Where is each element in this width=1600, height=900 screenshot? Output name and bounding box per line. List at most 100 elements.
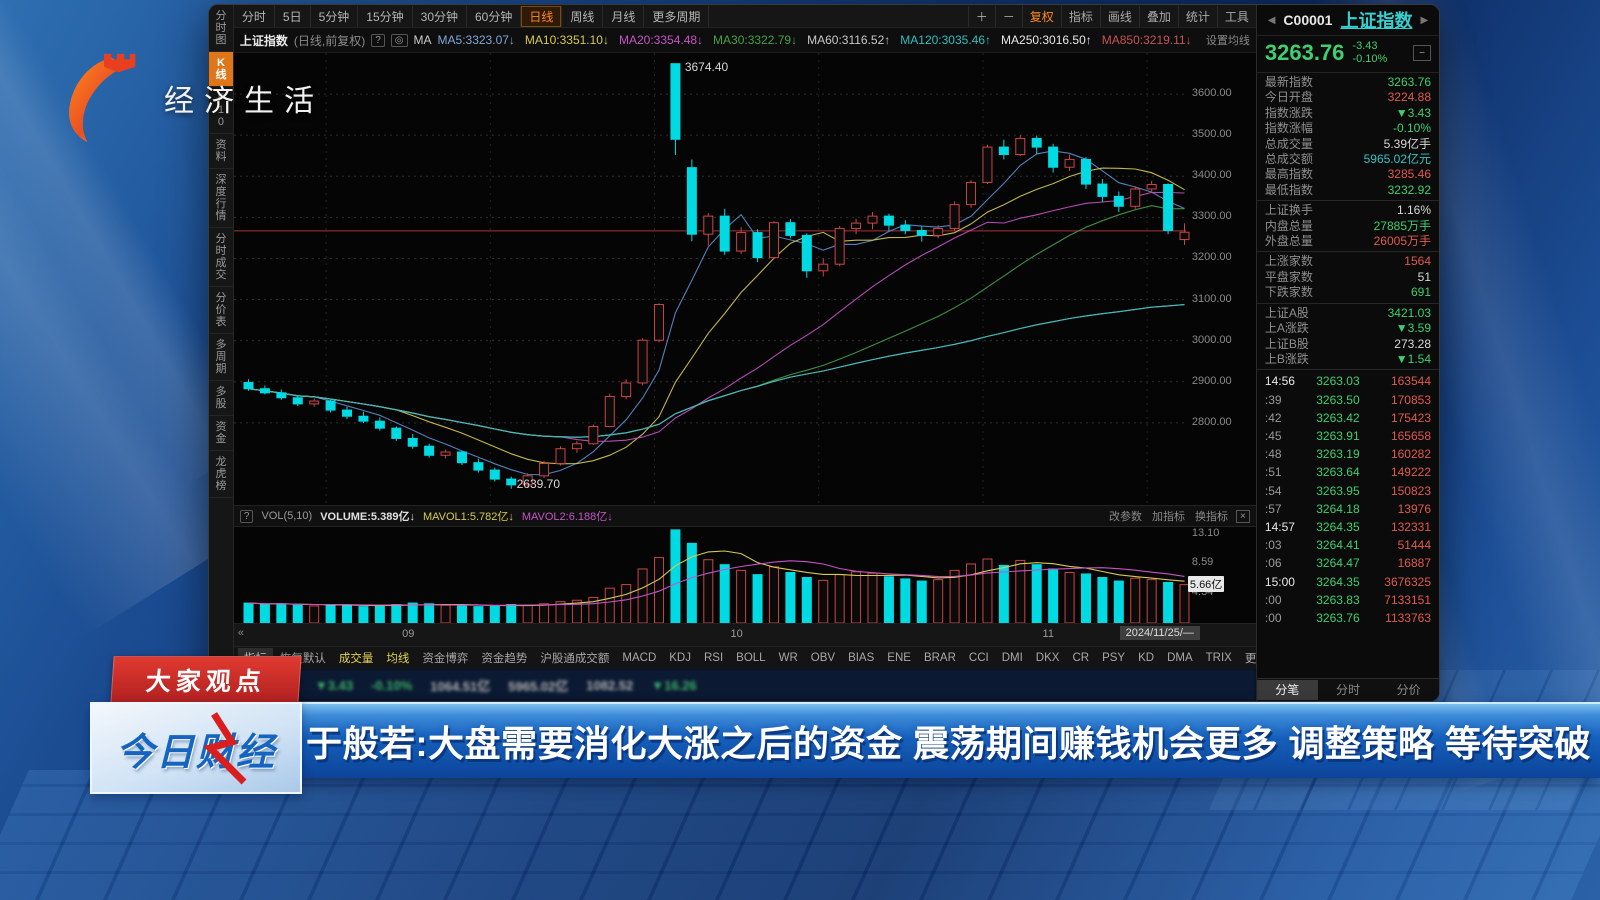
ma-legend-item: MA30:3322.79↓ [713,33,797,47]
indicator-tab-TRIX[interactable]: TRIX [1200,650,1238,666]
quote-tab-分时[interactable]: 分时 [1318,680,1379,700]
tool-button-6[interactable]: 统计 [1178,6,1217,27]
indicator-tab-资金博弈[interactable]: 资金博弈 [416,648,474,668]
period-tab-30分钟[interactable]: 30分钟 [413,6,467,27]
sidebar-item-分价表[interactable]: 分价表 [209,287,233,334]
tool-button-7[interactable]: 工具 [1217,6,1256,27]
indicator-tab-DKX[interactable]: DKX [1030,650,1066,666]
x-axis-month-11: 11 [1043,628,1054,640]
vol-link-换指标[interactable]: 换指标 [1195,508,1228,524]
ma-settings-button[interactable]: 设置均线 [1206,32,1250,48]
period-tab-月线[interactable]: 月线 [603,6,644,27]
indicator-tab-BOLL[interactable]: BOLL [730,650,771,666]
tick-price: 3263.42 [1305,409,1371,427]
indicator-tab-OBV[interactable]: OBV [805,650,841,666]
time-and-sales-list[interactable]: 14:563263.03163544:393263.50170853:42326… [1257,369,1439,678]
prev-instrument-icon[interactable]: ◀ [1268,15,1276,26]
tool-button-0[interactable]: ＋ [968,6,995,27]
sidebar-item-深度行情[interactable]: 深度行情 [209,169,233,228]
indicator-tab-DMI[interactable]: DMI [996,650,1029,666]
volume-chart[interactable]: 13.108.594.345.66亿 [234,527,1256,623]
tool-button-1[interactable]: － [995,6,1022,27]
sidebar-item-多股[interactable]: 多股 [209,381,233,416]
instrument-title[interactable]: 上证指数 [1340,7,1412,33]
minimize-icon[interactable]: − [1413,45,1431,61]
indicator-tab-CCI[interactable]: CCI [963,650,995,666]
indicator-tab-资金趋势[interactable]: 资金趋势 [475,648,533,668]
field-row-外盘总量: 外盘总量26005万手 [1257,234,1439,249]
vol-link-加指标[interactable]: 加指标 [1152,508,1185,524]
vol-indicator-name: VOL(5,10) [261,510,312,522]
field-row-最低指数: 最低指数3232.92 [1257,183,1439,198]
indicator-tab-MACD[interactable]: MACD [616,650,662,666]
period-tab-15分钟[interactable]: 15分钟 [358,6,412,27]
field-row-总成交额: 总成交额5965.02亿元 [1257,152,1439,167]
ma-legend-item: MA20:3354.48↓ [619,33,703,47]
high-annotation: 3674.40 [685,60,728,74]
indicator-tab-成交量[interactable]: 成交量 [333,648,380,668]
period-tab-60分钟[interactable]: 60分钟 [467,6,521,27]
field-label: 总成交量 [1265,137,1313,152]
indicator-tab-沪股通成交额[interactable]: 沪股通成交额 [534,648,615,668]
ma-legend-item: MA850:3219.11↓ [1102,33,1192,47]
close-icon[interactable]: × [1236,510,1250,523]
period-toolbar: 分时5日5分钟15分钟30分钟60分钟日线周线月线更多周期 ＋－复权指标画线叠加… [234,5,1256,28]
sidebar-item-资金[interactable]: 资金 [209,416,233,451]
field-row-下跌家数: 下跌家数691 [1257,285,1439,300]
field-label: 上证换手 [1265,203,1313,218]
indicator-tab-PSY[interactable]: PSY [1096,650,1131,666]
period-tab-更多周期[interactable]: 更多周期 [644,6,709,27]
tool-button-4[interactable]: 画线 [1100,6,1139,27]
indicator-tab-WR[interactable]: WR [773,650,804,666]
vol-link-改参数[interactable]: 改参数 [1109,508,1142,524]
field-label: 上涨家数 [1265,254,1313,269]
tool-button-5[interactable]: 叠加 [1139,6,1178,27]
period-tab-5日[interactable]: 5日 [275,6,311,27]
indicator-tab-RSI[interactable]: RSI [698,650,729,666]
help-icon[interactable]: ? [371,34,385,47]
field-value: 3224.88 [1388,90,1431,105]
help-icon[interactable]: ? [240,510,254,523]
period-tab-分时[interactable]: 分时 [234,6,275,27]
indicator-tab-均线[interactable]: 均线 [380,648,415,668]
quote-tab-分笔[interactable]: 分笔 [1257,680,1318,700]
period-tab-5分钟[interactable]: 5分钟 [311,6,359,27]
tool-button-3[interactable]: 指标 [1061,6,1100,27]
candlestick-chart[interactable]: 2800.002900.003000.003100.003200.003300.… [234,53,1256,505]
tick-row: 14:563263.03163544 [1257,372,1439,390]
strip-value: 5965.02亿 [508,676,568,695]
y-axis-label: 2800.00 [1192,416,1232,428]
field-label: 平盘家数 [1265,270,1313,285]
indicator-tab-ENE[interactable]: ENE [881,650,917,666]
quote-tab-分价[interactable]: 分价 [1378,680,1439,700]
indicator-tab-BRAR[interactable]: BRAR [918,650,962,666]
sidebar-item-龙虎榜[interactable]: 龙虎榜 [209,451,233,498]
tick-time: :48 [1265,445,1305,463]
next-instrument-icon[interactable]: ▶ [1420,15,1428,26]
strip-value: ▼3.43 [315,678,353,693]
period-tab-日线[interactable]: 日线 [521,6,562,27]
field-value: 5.39亿手 [1384,137,1431,152]
volume-header: ? VOL(5,10) VOLUME:5.389亿↓ MAVOL1:5.782亿… [234,505,1256,527]
indicator-tab-KD[interactable]: KD [1132,650,1160,666]
tick-price: 3263.19 [1305,445,1371,463]
sidebar-item-分时成交[interactable]: 分时成交 [209,228,233,287]
sidebar-item-分时图[interactable]: 分时图 [209,5,233,52]
indicator-tab-CR[interactable]: CR [1066,650,1095,666]
scroll-left-icon[interactable]: « [238,627,244,639]
quote-panel: ◀ C00001 上证指数 ▶ 3263.76 -3.43-0.10% − 最新… [1256,5,1439,701]
sidebar-item-多周期[interactable]: 多周期 [209,334,233,381]
period-tab-周线[interactable]: 周线 [562,6,603,27]
indicator-tab-KDJ[interactable]: KDJ [663,650,697,666]
tick-volume: 7133151 [1371,591,1431,609]
indicator-tab-DMA[interactable]: DMA [1161,650,1199,666]
tool-button-2[interactable]: 复权 [1022,6,1061,27]
tick-time: :06 [1265,554,1305,572]
channel-name: 经济生活 [164,76,324,120]
tick-time: :42 [1265,409,1305,427]
indicator-tab-BIAS[interactable]: BIAS [842,650,880,666]
mavol1-value: MAVOL1:5.782亿↓ [423,508,514,524]
ma-legend-item: MA60:3116.52↑ [807,33,890,47]
field-label: 外盘总量 [1265,234,1313,249]
gear-icon[interactable]: ◎ [391,34,408,47]
